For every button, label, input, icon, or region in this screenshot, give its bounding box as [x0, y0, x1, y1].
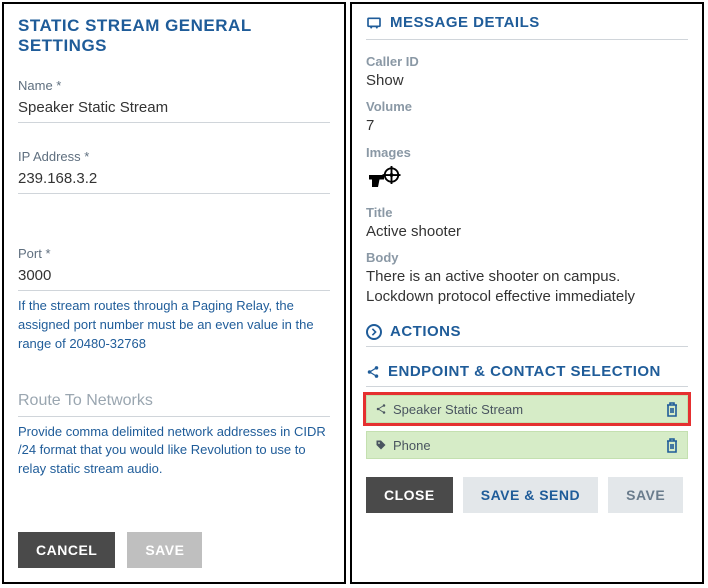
actions-title: ACTIONS	[390, 323, 461, 340]
port-label: Port *	[18, 246, 330, 261]
message-details-title: MESSAGE DETAILS	[390, 14, 540, 31]
ip-address-label: IP Address *	[18, 149, 330, 164]
chevron-right-icon	[366, 324, 382, 340]
share-icon	[375, 403, 387, 415]
body-label: Body	[366, 250, 688, 265]
title-value: Active shooter	[366, 222, 688, 242]
message-icon	[366, 15, 382, 31]
name-input[interactable]	[18, 95, 330, 123]
endpoint-item-speaker[interactable]: Speaker Static Stream	[366, 395, 688, 423]
share-icon	[366, 365, 380, 379]
endpoint-title: ENDPOINT & CONTACT SELECTION	[388, 363, 661, 380]
port-input[interactable]	[18, 263, 330, 291]
endpoint-section-header[interactable]: ENDPOINT & CONTACT SELECTION	[366, 357, 688, 387]
trash-icon[interactable]	[665, 437, 679, 453]
port-help-text: If the stream routes through a Paging Re…	[18, 297, 330, 354]
images-label: Images	[366, 145, 688, 160]
route-to-networks-input[interactable]	[18, 388, 330, 417]
endpoint-label: Speaker Static Stream	[393, 402, 665, 417]
caller-id-value: Show	[366, 71, 688, 91]
close-button[interactable]: CLOSE	[366, 477, 453, 513]
cancel-button[interactable]: CANCEL	[18, 532, 115, 568]
volume-label: Volume	[366, 99, 688, 114]
panel-title: STATIC STREAM GENERAL SETTINGS	[18, 16, 330, 56]
name-label: Name *	[18, 78, 330, 93]
caller-id-label: Caller ID	[366, 54, 688, 69]
save-button[interactable]: SAVE	[127, 532, 202, 568]
tag-icon	[375, 439, 387, 451]
volume-value: 7	[366, 116, 688, 136]
title-label: Title	[366, 205, 688, 220]
trash-icon[interactable]	[665, 401, 679, 417]
message-details-header: MESSAGE DETAILS	[366, 14, 688, 40]
ip-address-input[interactable]	[18, 166, 330, 194]
body-value: There is an active shooter on campus. Lo…	[366, 267, 688, 308]
active-shooter-icon	[366, 164, 402, 192]
endpoint-item-phone[interactable]: Phone	[366, 431, 688, 459]
static-stream-settings-panel: STATIC STREAM GENERAL SETTINGS Name * IP…	[2, 2, 346, 584]
save-button-right[interactable]: SAVE	[608, 477, 683, 513]
message-details-panel: MESSAGE DETAILS Caller ID Show Volume 7 …	[350, 2, 704, 584]
left-button-row: CANCEL SAVE	[18, 532, 202, 568]
right-button-row: CLOSE SAVE & SEND SAVE	[366, 477, 688, 527]
image-thumbnail[interactable]	[366, 164, 688, 197]
actions-section-header[interactable]: ACTIONS	[366, 317, 688, 347]
endpoint-label: Phone	[393, 438, 665, 453]
route-help-text: Provide comma delimited network addresse…	[18, 423, 330, 480]
save-and-send-button[interactable]: SAVE & SEND	[463, 477, 598, 513]
